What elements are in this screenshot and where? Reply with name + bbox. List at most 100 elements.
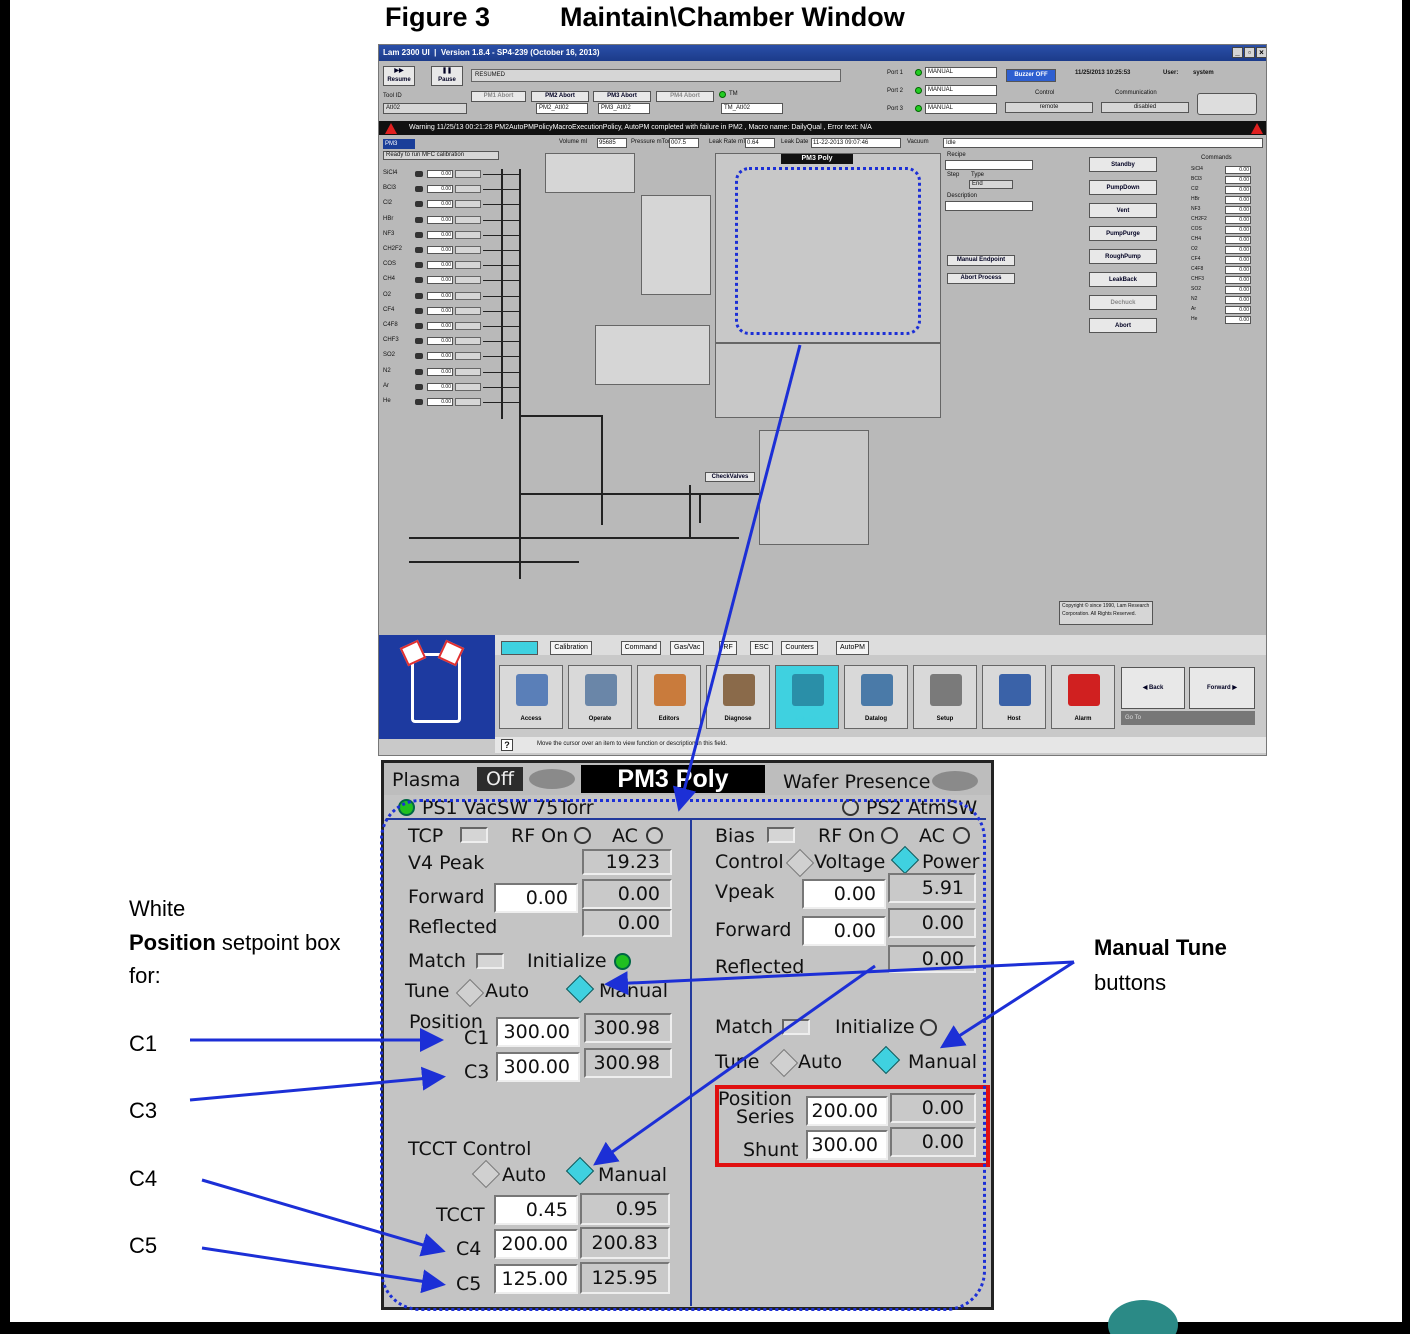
app-title: Lam 2300 UI xyxy=(383,48,430,57)
gas-valve-icon[interactable] xyxy=(415,277,423,284)
gas-valve-icon[interactable] xyxy=(415,323,423,329)
command-vent-button[interactable]: Vent xyxy=(1089,203,1157,218)
forward-button[interactable]: Forward ▶ xyxy=(1189,667,1255,709)
gas-label: SO2 xyxy=(383,352,396,359)
gas-setpoint[interactable]: 0.00 xyxy=(427,246,453,254)
gas-setpoint[interactable]: 0.00 xyxy=(427,261,453,270)
gas-setpoint[interactable]: 0.00 xyxy=(427,382,453,391)
nav-maintain-button[interactable]: Maintain xyxy=(775,665,839,729)
command-gas-value: 0.00 xyxy=(1225,216,1251,224)
pressure-value: 007.5 xyxy=(669,138,699,148)
gas-flow-readback xyxy=(455,261,481,270)
port2-label: Port 2 xyxy=(887,88,904,94)
nav-alarm-button[interactable]: Alarm xyxy=(1051,665,1115,729)
command-gas-label: HBr xyxy=(1191,196,1200,202)
gas-setpoint[interactable]: 0.00 xyxy=(427,215,453,224)
nav-tab-calibration[interactable]: Calibration xyxy=(550,641,592,655)
gas-setpoint[interactable]: 0.00 xyxy=(427,398,453,406)
nav-tab-rf[interactable]: RF xyxy=(719,641,737,655)
gas-valve-icon[interactable] xyxy=(415,262,423,269)
gas-setpoint[interactable]: 0.00 xyxy=(427,322,453,330)
pm3-poly-zoom-panel: Plasma Off PM3 Poly Wafer Presence PS1 V… xyxy=(380,760,994,1311)
nav-datalog-button[interactable]: Datalog xyxy=(844,665,908,729)
check-valves-button[interactable]: CheckValves xyxy=(705,472,755,482)
command-roughpump-button[interactable]: RoughPump xyxy=(1089,249,1157,264)
command-standby-button[interactable]: Standby xyxy=(1089,157,1157,172)
gas-valve-icon[interactable] xyxy=(415,368,423,375)
tool-map-icon[interactable] xyxy=(379,635,495,739)
command-pumppurge-button[interactable]: PumpPurge xyxy=(1089,226,1157,241)
gas-label: CF4 xyxy=(383,306,395,313)
communication-toggle-icon[interactable] xyxy=(1197,93,1257,115)
resume-button[interactable]: ▶▶ Resume xyxy=(383,66,415,86)
goto-field[interactable]: Go To xyxy=(1121,711,1255,725)
command-gas-label: Cl2 xyxy=(1191,186,1199,192)
manual-endpoint-button[interactable]: Manual Endpoint xyxy=(947,255,1015,266)
gas-valve-icon[interactable] xyxy=(415,186,423,193)
minimize-icon[interactable]: _ xyxy=(1232,47,1243,58)
command-leakback-button[interactable]: LeakBack xyxy=(1089,272,1157,287)
abort-process-button[interactable]: Abort Process xyxy=(947,273,1015,284)
gas-flow-readback xyxy=(455,367,481,376)
gas-valve-icon[interactable] xyxy=(415,201,423,208)
gas-valve-icon[interactable] xyxy=(415,231,423,238)
nav-button-label: Operate xyxy=(588,716,612,722)
command-dechuck-button[interactable]: Dechuck xyxy=(1089,295,1157,310)
nav-tab-autopm[interactable]: AutoPM xyxy=(836,641,869,655)
gas-setpoint[interactable]: 0.00 xyxy=(427,291,453,300)
gas-valve-icon[interactable] xyxy=(415,171,423,177)
pipe-line xyxy=(689,485,691,539)
zoom-dotted-outline xyxy=(380,799,986,1311)
recipe-field[interactable] xyxy=(945,160,1033,170)
gas-setpoint[interactable]: 0.00 xyxy=(427,230,453,239)
command-gas-label: CHF3 xyxy=(1191,276,1205,282)
nav-tab-command[interactable]: Command xyxy=(620,641,661,655)
buzzer-button[interactable]: Buzzer OFF xyxy=(1006,69,1056,82)
gas-setpoint[interactable]: 0.00 xyxy=(427,306,453,315)
close-icon[interactable]: × xyxy=(1256,47,1266,58)
gas-valve-icon[interactable] xyxy=(415,399,423,405)
nav-tab-chamber[interactable]: Chamber xyxy=(501,641,538,655)
maximize-icon[interactable]: ▫ xyxy=(1244,47,1255,58)
gas-valve-icon[interactable] xyxy=(415,292,423,299)
gas-valve-icon[interactable] xyxy=(415,353,423,360)
nav-editors-button[interactable]: Editors xyxy=(637,665,701,729)
nav-tab-counters[interactable]: Counters xyxy=(781,641,818,655)
pm4-abort-button[interactable]: PM4 Abort xyxy=(656,91,714,102)
communication-label: Communication xyxy=(1115,90,1157,96)
pm1-abort-button[interactable]: PM1 Abort xyxy=(471,91,526,102)
gas-valve-icon[interactable] xyxy=(415,307,423,314)
gas-valve-icon[interactable] xyxy=(415,216,423,223)
pm2-abort-button[interactable]: PM2 Abort xyxy=(531,91,589,102)
gas-valve-icon[interactable] xyxy=(415,383,423,390)
gas-setpoint[interactable]: 0.00 xyxy=(427,367,453,376)
command-abort-button[interactable]: Abort xyxy=(1089,318,1157,333)
gas-setpoint[interactable]: 0.00 xyxy=(427,200,453,209)
gas-label: N2 xyxy=(383,367,391,374)
nav-diagnose-button[interactable]: Diagnose xyxy=(706,665,770,729)
nav-access-button[interactable]: Access xyxy=(499,665,563,729)
pm3-abort-button[interactable]: PM3 Abort xyxy=(593,91,651,102)
gas-setpoint[interactable]: 0.00 xyxy=(427,170,453,178)
annotation-buttons: buttons xyxy=(1094,970,1167,995)
wafer-indicator-icon xyxy=(932,771,978,791)
pm-tab[interactable]: PM3 xyxy=(383,139,415,149)
command-gas-label: C4F8 xyxy=(1191,266,1204,272)
gas-setpoint[interactable]: 0.00 xyxy=(427,337,453,346)
nav-setup-button[interactable]: Setup xyxy=(913,665,977,729)
nav-host-button[interactable]: Host xyxy=(982,665,1046,729)
gas-label: O2 xyxy=(383,291,392,298)
nav-tab-gasvac[interactable]: Gas/Vac xyxy=(670,641,705,655)
gas-setpoint[interactable]: 0.00 xyxy=(427,276,453,285)
command-pumpdown-button[interactable]: PumpDown xyxy=(1089,180,1157,195)
back-button[interactable]: ◀ Back xyxy=(1121,667,1185,709)
help-icon[interactable]: ? xyxy=(501,739,513,751)
nav-operate-button[interactable]: Operate xyxy=(568,665,632,729)
gas-setpoint[interactable]: 0.00 xyxy=(427,185,453,194)
zoom-region-marker xyxy=(735,167,921,335)
nav-tab-esc[interactable]: ESC xyxy=(750,641,773,655)
gas-valve-icon[interactable] xyxy=(415,247,423,253)
pause-button[interactable]: ❚❚ Pause xyxy=(431,66,463,86)
gas-valve-icon[interactable] xyxy=(415,338,423,345)
gas-setpoint[interactable]: 0.00 xyxy=(427,352,453,361)
